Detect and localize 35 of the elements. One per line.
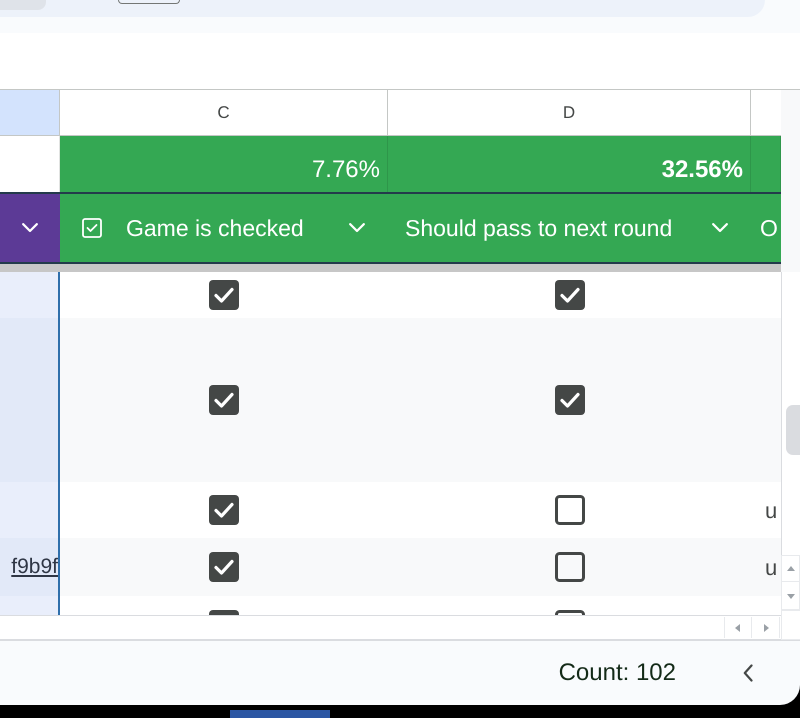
scrollbar-thumb[interactable] bbox=[786, 405, 800, 455]
table-cell bbox=[0, 136, 60, 192]
selection-summary[interactable]: Count: 102 bbox=[558, 655, 676, 691]
up-triangle-icon bbox=[786, 564, 794, 572]
column-header[interactable]: D bbox=[388, 90, 751, 135]
right-triangle-icon bbox=[762, 624, 770, 632]
checkbox[interactable] bbox=[209, 385, 239, 415]
column-header[interactable]: C bbox=[60, 90, 388, 135]
cell-text: u bbox=[765, 554, 778, 582]
cell-link[interactable]: f9b9f bbox=[11, 551, 58, 583]
scroll-down-button[interactable] bbox=[781, 582, 800, 610]
checkbox[interactable] bbox=[209, 610, 239, 615]
cell-text: u bbox=[765, 496, 778, 524]
chevron-left-icon bbox=[743, 664, 753, 682]
down-triangle-icon bbox=[786, 592, 794, 600]
chevron-down-icon[interactable] bbox=[22, 223, 38, 233]
left-triangle-icon bbox=[734, 624, 742, 632]
header-label: Game is checked bbox=[126, 214, 304, 243]
header-label: O bbox=[760, 214, 778, 243]
checkbox[interactable] bbox=[554, 280, 584, 310]
checkbox[interactable] bbox=[209, 495, 239, 525]
checkbox[interactable] bbox=[554, 495, 584, 525]
checkbox[interactable] bbox=[209, 280, 239, 310]
scroll-up-button[interactable] bbox=[781, 555, 800, 582]
checkbox[interactable] bbox=[209, 552, 239, 582]
scroll-left-button[interactable] bbox=[724, 617, 752, 638]
checkbox[interactable] bbox=[554, 610, 584, 615]
summary-cell: 32.56% bbox=[388, 136, 751, 192]
checkbox[interactable] bbox=[554, 552, 584, 582]
toolbar-button[interactable] bbox=[118, 0, 180, 4]
taskbar-thumbnail[interactable] bbox=[230, 710, 330, 718]
table-cell bbox=[751, 136, 781, 192]
summary-cell: 7.76% bbox=[60, 136, 388, 192]
header-label: Should pass to next round bbox=[405, 214, 672, 243]
checkbox[interactable] bbox=[554, 385, 584, 415]
